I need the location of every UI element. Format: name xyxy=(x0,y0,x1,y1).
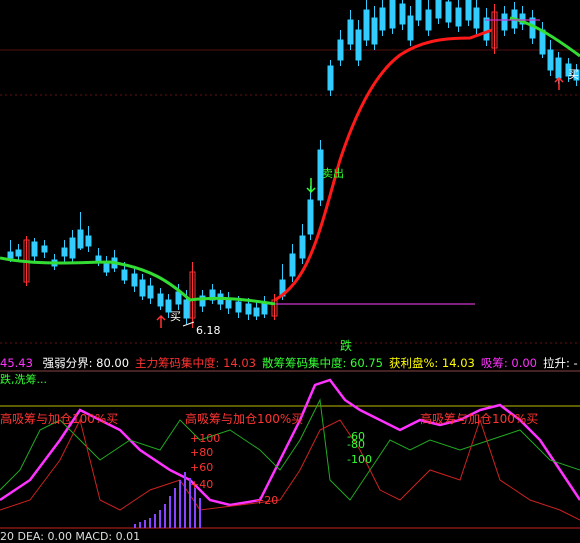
candle-body xyxy=(473,7,480,29)
candle-body xyxy=(131,273,138,287)
candle-body xyxy=(445,1,452,23)
candle-body xyxy=(389,0,396,29)
candlestick-group xyxy=(7,0,580,328)
info-item: 吸筹: 0.00 xyxy=(480,356,537,370)
info-first-value: 45.43 xyxy=(0,356,33,370)
candle-body xyxy=(363,9,370,41)
lower-level-label: +20 xyxy=(255,494,279,507)
lower-level-label: +100 xyxy=(190,432,221,445)
candle-body xyxy=(253,307,260,317)
top-green-text: 跌,洗筹... xyxy=(0,373,47,386)
info-item: 获利盘%: 14.03 xyxy=(388,356,475,370)
buy-label: 买 xyxy=(170,310,181,323)
candle-body xyxy=(379,7,386,31)
candle-body xyxy=(307,199,314,235)
candle-body xyxy=(347,19,354,45)
info-item: 强弱分界: 80.00 xyxy=(42,356,130,370)
candle-body xyxy=(547,49,554,71)
lower-level-label: +80 xyxy=(190,446,214,459)
buy-label-right: 买 xyxy=(568,68,579,81)
fall-label: 跌 xyxy=(340,339,353,353)
sell-arrow-icon xyxy=(306,178,316,194)
candle-body xyxy=(121,269,128,281)
candle-body xyxy=(147,285,154,299)
ma-red-line xyxy=(274,28,493,302)
candle-body xyxy=(455,7,462,27)
lower-level-label: -80 xyxy=(347,438,365,451)
red-banner-text-2: 高吸筹与加仓100%买 xyxy=(185,412,304,426)
candle-body xyxy=(327,65,334,91)
candle-body xyxy=(299,235,306,259)
candle-body xyxy=(407,15,414,41)
candle-body xyxy=(77,229,84,249)
lower-level-label: +60 xyxy=(190,461,214,474)
candle-body xyxy=(157,293,164,307)
candle-body xyxy=(435,0,442,19)
candle-body xyxy=(245,303,252,315)
candle-body xyxy=(15,249,22,257)
candle-body xyxy=(337,39,344,61)
candle-body xyxy=(415,0,422,21)
low-price-label: 6.18 xyxy=(196,324,221,337)
sell-label: 卖出 xyxy=(322,167,344,180)
candle-body xyxy=(483,17,490,41)
candle-body xyxy=(183,299,190,319)
lower-level-label: +40 xyxy=(190,478,214,491)
kline-chart xyxy=(0,0,580,529)
candle-body xyxy=(289,253,296,277)
candle-body xyxy=(175,291,182,305)
candle-body xyxy=(261,303,268,315)
info-items: 强弱分界: 80.00 主力筹码集中度: 14.03 散筹筹码集中度: 60.75 获… xyxy=(43,356,580,370)
candle-body xyxy=(501,13,508,31)
candle-body xyxy=(371,17,378,45)
candle-body xyxy=(425,9,432,31)
red-indicator-line xyxy=(0,418,580,521)
red-banner-text: 高吸筹与加仓100%买 xyxy=(0,412,119,426)
candle-body xyxy=(85,235,92,247)
info-item: 散筹筹码集中度: 60.75 xyxy=(262,356,383,370)
candle-body xyxy=(235,301,242,313)
candle-body xyxy=(139,279,146,297)
candle-body xyxy=(69,237,76,259)
candle-body xyxy=(61,247,68,257)
candle-body xyxy=(41,245,48,253)
info-item: 拉升: - xyxy=(542,356,578,370)
candle-body xyxy=(7,251,14,259)
buy-arrow-icon xyxy=(156,314,166,328)
candle-body xyxy=(399,3,406,25)
info-item: 主力筹码集中度: 14.03 xyxy=(135,356,256,370)
candle-body xyxy=(355,29,362,61)
lower-level-label: -100 xyxy=(347,453,372,466)
candle-body xyxy=(465,0,472,21)
candle-body xyxy=(31,241,38,257)
magenta-indicator-line xyxy=(0,378,580,507)
indicator-info-bar: 45.43 强弱分界: 80.00 主力筹码集中度: 14.03 散筹筹码集中度: … xyxy=(0,355,580,371)
red-banner-text-3: 高吸筹与加仓100%买 xyxy=(420,412,539,426)
buy-arrow-right-icon xyxy=(554,76,564,90)
candle-body xyxy=(555,57,562,79)
bottom-status-bar: 20 DEA: 0.00 MACD: 0.01 xyxy=(0,530,141,543)
